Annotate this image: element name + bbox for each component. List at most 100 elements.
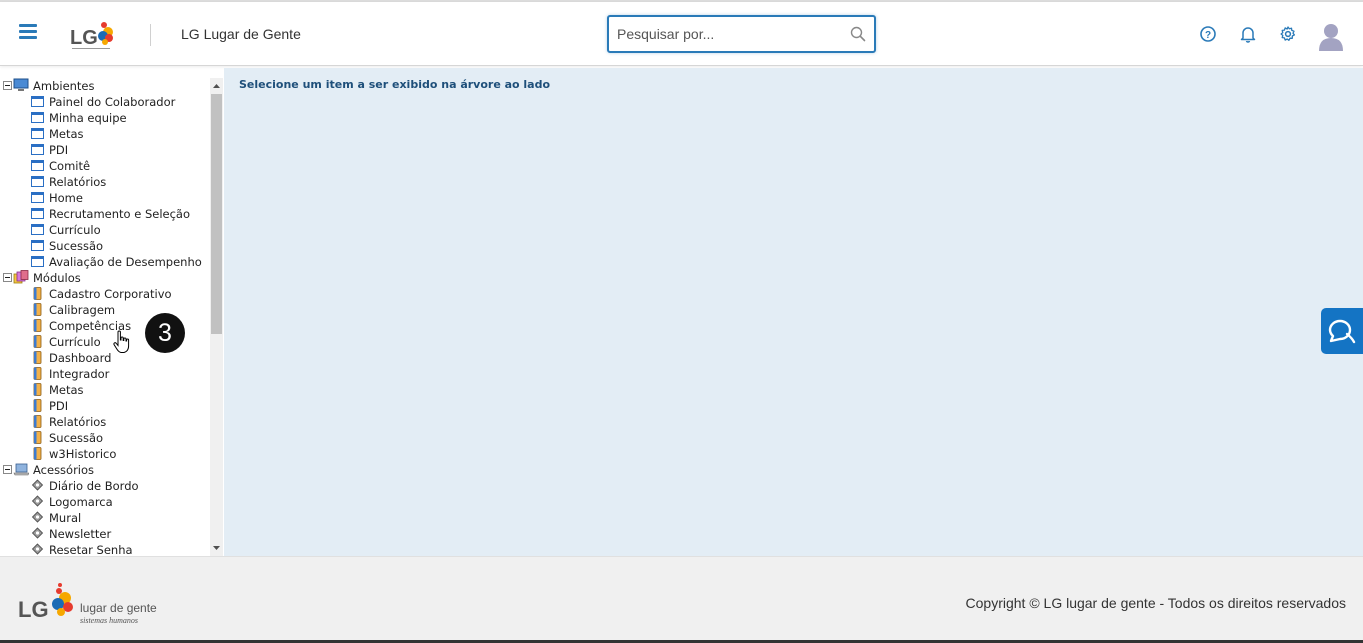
scroll-down-arrow-icon[interactable] bbox=[210, 540, 223, 556]
tree-item-diario-de-bordo[interactable]: Diário de Bordo bbox=[0, 478, 210, 494]
tree-item-pdi-modulo[interactable]: PDI bbox=[0, 398, 210, 414]
tree-item-sucessao-modulo[interactable]: Sucessão bbox=[0, 430, 210, 446]
tree-item-label: Currículo bbox=[49, 223, 101, 237]
footer-bar: LG lugar de gente sistemas humanos Copyr… bbox=[0, 556, 1363, 643]
tree-item-resetar-senha[interactable]: Resetar Senha bbox=[0, 542, 210, 556]
tree-item-metas[interactable]: Metas bbox=[0, 126, 210, 142]
tree-item-logomarca[interactable]: Logomarca bbox=[0, 494, 210, 510]
tree-item-minha-equipe[interactable]: Minha equipe bbox=[0, 110, 210, 126]
window-icon bbox=[31, 176, 44, 187]
lg-logo[interactable]: LG bbox=[68, 14, 118, 54]
tree-group-modulos[interactable]: Módulos bbox=[0, 270, 210, 286]
tree-item-curriculo[interactable]: Currículo bbox=[0, 222, 210, 238]
tree-item-label: Dashboard bbox=[49, 351, 112, 365]
tree-item-integrador[interactable]: Integrador bbox=[0, 366, 210, 382]
tree-item-label: Logomarca bbox=[49, 495, 113, 509]
modules-icon bbox=[13, 270, 29, 284]
tree-item-painel-do-colaborador[interactable]: Painel do Colaborador bbox=[0, 94, 210, 110]
svg-text:?: ? bbox=[1205, 30, 1211, 41]
book-icon bbox=[33, 303, 42, 316]
tree-item-label: Cadastro Corporativo bbox=[49, 287, 172, 301]
tree-group-label: Ambientes bbox=[33, 79, 95, 93]
book-icon bbox=[33, 431, 42, 444]
sidebar-scrollbar[interactable] bbox=[210, 78, 223, 556]
tree-item-label: Resetar Senha bbox=[49, 543, 133, 556]
book-icon bbox=[33, 383, 42, 396]
chat-support-button[interactable] bbox=[1321, 308, 1363, 354]
logo-text: LG bbox=[70, 27, 98, 49]
tree-item-label: PDI bbox=[49, 143, 69, 157]
scrollbar-thumb[interactable] bbox=[211, 94, 222, 334]
collapse-toggle-icon[interactable] bbox=[3, 81, 12, 90]
tree-item-home[interactable]: Home bbox=[0, 190, 210, 206]
scroll-up-arrow-icon[interactable] bbox=[210, 78, 223, 94]
footer-logo-text: LG bbox=[18, 597, 49, 622]
main-content-area: Selecione um item a ser exibido na árvor… bbox=[224, 68, 1363, 556]
step-number-badge: 3 bbox=[145, 313, 185, 353]
tree-item-recrutamento-e-selecao[interactable]: Recrutamento e Seleção bbox=[0, 206, 210, 222]
tree-item-pdi[interactable]: PDI bbox=[0, 142, 210, 158]
header-bar: LG LG Lugar de Gente ? bbox=[0, 2, 1363, 66]
tree-group-ambientes[interactable]: Ambientes bbox=[0, 78, 210, 94]
tree-item-w3historico[interactable]: w3Historico bbox=[0, 446, 210, 462]
help-icon[interactable]: ? bbox=[1199, 25, 1217, 43]
tree-item-mural[interactable]: Mural bbox=[0, 510, 210, 526]
book-icon bbox=[33, 319, 42, 332]
book-icon bbox=[33, 399, 42, 412]
tree-item-label: Integrador bbox=[49, 367, 110, 381]
tree-item-label: Sucessão bbox=[49, 431, 104, 445]
tool-icon bbox=[31, 527, 44, 539]
tree-item-calibragem[interactable]: Calibragem bbox=[0, 302, 210, 318]
tree-item-dashboard[interactable]: Dashboard bbox=[0, 350, 210, 366]
tree-item-label: Comitê bbox=[49, 159, 91, 173]
tool-icon bbox=[31, 479, 44, 491]
tool-icon bbox=[31, 511, 44, 523]
tree-item-label: Newsletter bbox=[49, 527, 112, 541]
gear-icon[interactable] bbox=[1279, 25, 1297, 43]
copyright-text: Copyright © LG lugar de gente - Todos os… bbox=[965, 595, 1346, 611]
navigation-tree: Ambientes Painel do Colaborador Minha eq… bbox=[0, 78, 210, 556]
tree-item-label: Sucessão bbox=[49, 239, 104, 253]
tool-icon bbox=[31, 495, 44, 507]
header-divider bbox=[150, 24, 151, 46]
book-icon bbox=[33, 367, 42, 380]
book-icon bbox=[33, 351, 42, 364]
bell-icon[interactable] bbox=[1239, 25, 1257, 43]
tree-item-avaliacao-de-desempenho[interactable]: Avaliação de Desempenho bbox=[0, 254, 210, 270]
window-icon bbox=[31, 160, 44, 171]
collapse-toggle-icon[interactable] bbox=[3, 465, 12, 474]
chat-bubble-icon bbox=[1328, 319, 1356, 344]
window-icon bbox=[31, 224, 44, 235]
tree-item-label: Recrutamento e Seleção bbox=[49, 207, 190, 221]
avatar-icon[interactable] bbox=[1318, 21, 1344, 51]
tool-icon bbox=[31, 543, 44, 555]
search-box[interactable] bbox=[607, 15, 876, 53]
app-title: LG Lugar de Gente bbox=[181, 26, 301, 42]
book-icon bbox=[33, 447, 42, 460]
book-icon bbox=[33, 415, 42, 428]
window-icon bbox=[31, 240, 44, 251]
laptop-icon bbox=[13, 463, 29, 476]
tree-group-acessorios[interactable]: Acessórios bbox=[0, 462, 210, 478]
menu-icon[interactable] bbox=[19, 24, 37, 40]
tree-item-relatorios[interactable]: Relatórios bbox=[0, 174, 210, 190]
tree-group-label: Acessórios bbox=[33, 463, 95, 477]
search-icon[interactable] bbox=[850, 26, 866, 42]
collapse-toggle-icon[interactable] bbox=[3, 273, 12, 282]
tree-item-label: Mural bbox=[49, 511, 82, 525]
sidebar-tree-panel: Ambientes Painel do Colaborador Minha eq… bbox=[0, 78, 224, 556]
tree-item-newsletter[interactable]: Newsletter bbox=[0, 526, 210, 542]
tree-item-relatorios-modulo[interactable]: Relatórios bbox=[0, 414, 210, 430]
tree-item-label: PDI bbox=[49, 399, 69, 413]
tree-item-label: Calibragem bbox=[49, 303, 116, 317]
tree-item-cadastro-corporativo[interactable]: Cadastro Corporativo bbox=[0, 286, 210, 302]
footer-logo-tagline: lugar de gente bbox=[80, 601, 157, 615]
tree-item-sucessao[interactable]: Sucessão bbox=[0, 238, 210, 254]
tree-item-metas-modulo[interactable]: Metas bbox=[0, 382, 210, 398]
lg-lugar-de-gente-logo: LG lugar de gente sistemas humanos bbox=[18, 583, 157, 625]
window-icon bbox=[31, 144, 44, 155]
window-icon bbox=[31, 128, 44, 139]
tree-item-comite[interactable]: Comitê bbox=[0, 158, 210, 174]
tree-item-label: Relatórios bbox=[49, 415, 107, 429]
search-input[interactable] bbox=[617, 24, 847, 44]
